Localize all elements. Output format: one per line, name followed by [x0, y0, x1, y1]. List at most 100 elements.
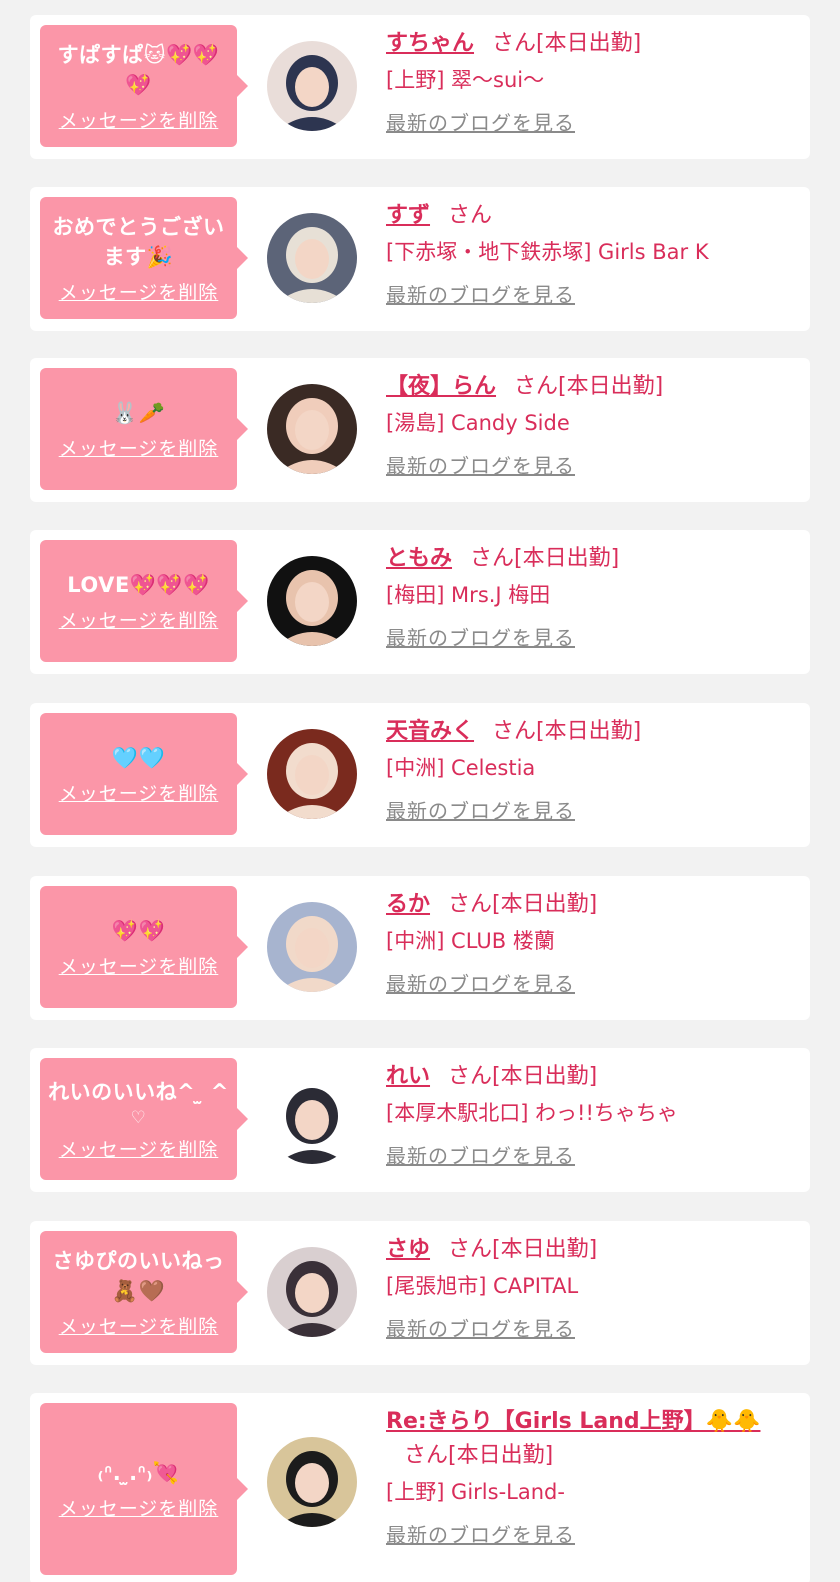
shop-location: [湯島] Candy Side [386, 411, 570, 435]
message-main-text: おめでとうございます🎉 [52, 214, 225, 269]
delete-message-link[interactable]: メッセージを削除 [59, 1494, 219, 1521]
shop-location: [本厚木駅北口] わっ!!ちゃちゃ [386, 1101, 678, 1125]
name-line: るか さん[本日出勤] [386, 888, 796, 922]
message-card: れいのいいね^ ̫ ^ ♡ メッセージを削除 れい さん[本日出勤] [本厚木駅北… [30, 1048, 810, 1192]
cast-name-link[interactable]: すちゃん [386, 31, 474, 56]
avatar-image [267, 729, 357, 819]
cast-name-link[interactable]: 【夜】らん [386, 374, 496, 399]
cast-info: Re:きらり【Girls Land上野】🐥🐥 さん[本日出勤] [上野] Girl… [386, 1405, 796, 1548]
status-badge: [本日出勤] [492, 892, 598, 917]
message-main-text: LOVE💖💖💖 [67, 572, 210, 597]
cast-name-link[interactable]: ともみ [386, 546, 452, 571]
honorific: さん [404, 1443, 449, 1468]
latest-blog-link[interactable]: 最新のブログを見る [386, 968, 575, 997]
honorific: さん [470, 546, 515, 571]
avatar-image [267, 1074, 357, 1164]
cast-info: ともみ さん[本日出勤] [梅田] Mrs.J 梅田 最新のブログを見る [386, 542, 796, 651]
message-text: 💖💖 [112, 916, 165, 946]
name-line: 【夜】らん さん[本日出勤] [386, 370, 796, 404]
message-sub-text: ♡ [130, 1107, 147, 1128]
delete-message-link[interactable]: メッセージを削除 [59, 434, 219, 461]
latest-blog-link[interactable]: 最新のブログを見る [386, 795, 575, 824]
name-line: すず さん [386, 199, 796, 233]
avatar[interactable] [267, 902, 357, 992]
avatar[interactable] [267, 1247, 357, 1337]
shop-location: [尾張旭市] CAPITAL [386, 1274, 579, 1298]
message-text: LOVE💖💖💖 [67, 570, 209, 600]
avatar[interactable] [267, 729, 357, 819]
cast-name-link[interactable]: るか [386, 892, 430, 917]
avatar-image [267, 902, 357, 992]
message-bubble: ₍ᐢ. ̫.ᐢ₎💘 メッセージを削除 [40, 1403, 248, 1575]
message-main-text: 🐰🥕 [111, 400, 166, 425]
message-bubble: LOVE💖💖💖 メッセージを削除 [40, 540, 248, 662]
message-card: さゆぴのいいねっ🧸🤎 メッセージを削除 さゆ さん[本日出勤] [尾張旭市] CA… [30, 1221, 810, 1365]
honorific: さん [492, 31, 537, 56]
status-badge: [本日出勤] [536, 719, 642, 744]
shop-location: [上野] Girls-Land- [386, 1480, 565, 1504]
delete-message-link[interactable]: メッセージを削除 [59, 1135, 219, 1162]
avatar[interactable] [267, 1437, 357, 1527]
honorific: さん [514, 374, 559, 399]
message-bubble: さゆぴのいいねっ🧸🤎 メッセージを削除 [40, 1231, 248, 1353]
message-card: すぱすぱ🐱💖💖💖 メッセージを削除 すちゃん さん[本日出勤] [上野] 翠〜su… [30, 15, 810, 159]
message-bubble: 🐰🥕 メッセージを削除 [40, 368, 248, 490]
latest-blog-link[interactable]: 最新のブログを見る [386, 1140, 575, 1169]
status-badge: [本日出勤] [492, 1064, 598, 1089]
delete-message-link[interactable]: メッセージを削除 [59, 952, 219, 979]
honorific: さん [448, 892, 493, 917]
latest-blog-link[interactable]: 最新のブログを見る [386, 1313, 575, 1342]
message-card: 🩵🩵 メッセージを削除 天音みく さん[本日出勤] [中洲] Celestia 最… [30, 703, 810, 847]
message-text: 🐰🥕 [112, 398, 165, 428]
message-bubble: れいのいいね^ ̫ ^ ♡ メッセージを削除 [40, 1058, 248, 1180]
cast-info: れい さん[本日出勤] [本厚木駅北口] わっ!!ちゃちゃ 最新のブログを見る [386, 1060, 796, 1169]
message-card: 💖💖 メッセージを削除 るか さん[本日出勤] [中洲] CLUB 楼蘭 最新のブ… [30, 876, 810, 1020]
avatar[interactable] [267, 213, 357, 303]
message-text: ₍ᐢ. ̫.ᐢ₎💘 [97, 1458, 179, 1488]
latest-blog-link[interactable]: 最新のブログを見る [386, 107, 575, 136]
cast-info: 天音みく さん[本日出勤] [中洲] Celestia 最新のブログを見る [386, 715, 796, 824]
cast-info: るか さん[本日出勤] [中洲] CLUB 楼蘭 最新のブログを見る [386, 888, 796, 997]
cast-name-link[interactable]: さゆ [386, 1237, 430, 1262]
delete-message-link[interactable]: メッセージを削除 [59, 1312, 219, 1339]
cast-info: さゆ さん[本日出勤] [尾張旭市] CAPITAL 最新のブログを見る [386, 1233, 796, 1342]
cast-name-link[interactable]: Re:きらり【Girls Land上野】🐥🐥 [386, 1409, 760, 1434]
status-badge: [本日出勤] [514, 546, 620, 571]
message-bubble: おめでとうございます🎉 メッセージを削除 [40, 197, 248, 319]
avatar-image [267, 41, 357, 131]
avatar[interactable] [267, 1074, 357, 1164]
name-line: Re:きらり【Girls Land上野】🐥🐥 さん[本日出勤] [386, 1405, 796, 1473]
shop-location: [下赤塚・地下鉄赤塚] Girls Bar K [386, 240, 709, 264]
avatar-image [267, 1437, 357, 1527]
honorific: さん [448, 1237, 493, 1262]
cast-name-link[interactable]: れい [386, 1064, 430, 1089]
cast-name-link[interactable]: すず [386, 203, 430, 228]
latest-blog-link[interactable]: 最新のブログを見る [386, 279, 575, 308]
avatar[interactable] [267, 384, 357, 474]
message-main-text: 🩵🩵 [111, 745, 166, 770]
status-badge: [本日出勤] [536, 31, 642, 56]
honorific: さん [448, 1064, 493, 1089]
honorific: さん [448, 203, 493, 228]
avatar[interactable] [267, 41, 357, 131]
message-main-text: すぱすぱ🐱💖💖💖 [57, 42, 220, 97]
delete-message-link[interactable]: メッセージを削除 [59, 779, 219, 806]
honorific: さん [492, 719, 537, 744]
message-text: れいのいいね^ ̫ ^ ♡ [48, 1077, 229, 1129]
latest-blog-link[interactable]: 最新のブログを見る [386, 1519, 575, 1548]
name-line: 天音みく さん[本日出勤] [386, 715, 796, 749]
delete-message-link[interactable]: メッセージを削除 [59, 106, 219, 133]
delete-message-link[interactable]: メッセージを削除 [59, 278, 219, 305]
cast-name-link[interactable]: 天音みく [386, 719, 474, 744]
avatar-image [267, 1247, 357, 1337]
delete-message-link[interactable]: メッセージを削除 [59, 606, 219, 633]
cast-info: すちゃん さん[本日出勤] [上野] 翠〜sui〜 最新のブログを見る [386, 27, 796, 136]
avatar[interactable] [267, 556, 357, 646]
latest-blog-link[interactable]: 最新のブログを見る [386, 450, 575, 479]
message-bubble: すぱすぱ🐱💖💖💖 メッセージを削除 [40, 25, 248, 147]
message-main-text: ₍ᐢ. ̫.ᐢ₎💘 [97, 1460, 180, 1485]
latest-blog-link[interactable]: 最新のブログを見る [386, 622, 575, 651]
name-line: ともみ さん[本日出勤] [386, 542, 796, 576]
shop-location: [中洲] CLUB 楼蘭 [386, 929, 555, 953]
status-badge: [本日出勤] [448, 1443, 554, 1468]
